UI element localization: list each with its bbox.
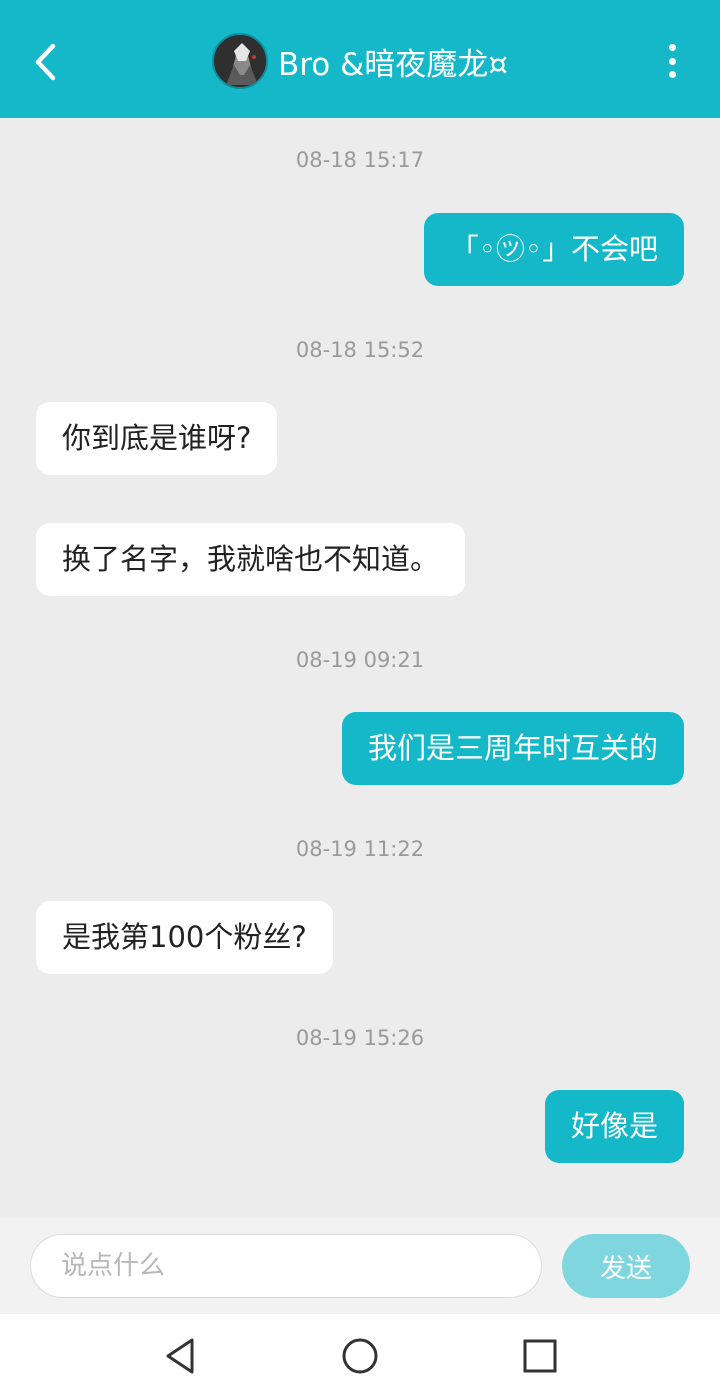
message-timestamp: 08-18 15:17: [295, 148, 425, 172]
message-list[interactable]: 08-18 15:17 「◦㋡◦」不会吧 08-18 15:52 你到底是谁呀?…: [0, 118, 720, 1218]
more-vertical-icon: [668, 71, 676, 78]
message-timestamp: 08-19 15:26: [295, 1026, 425, 1050]
message-timestamp: 08-19 09:21: [295, 648, 425, 672]
conversation-header[interactable]: Bro &暗夜魔龙¤: [0, 32, 720, 90]
incoming-message[interactable]: 你到底是谁呀?: [36, 402, 278, 475]
outgoing-message[interactable]: 我们是三周年时互关的: [341, 712, 684, 785]
incoming-message[interactable]: 是我第100个粉丝?: [36, 901, 333, 974]
triangle-back-icon: [166, 1338, 194, 1374]
nav-recents-button[interactable]: [518, 1334, 562, 1378]
message-input[interactable]: [30, 1234, 542, 1298]
more-options-button[interactable]: [660, 44, 684, 78]
more-vertical-icon: [668, 57, 676, 65]
more-vertical-icon: [668, 44, 676, 51]
outgoing-message[interactable]: 好像是: [544, 1090, 684, 1163]
compose-bar: 发送: [0, 1218, 720, 1314]
incoming-message[interactable]: 换了名字，我就啥也不知道。: [36, 523, 466, 596]
send-button[interactable]: 发送: [562, 1234, 690, 1298]
nav-back-button[interactable]: [158, 1334, 202, 1378]
top-app-bar: Bro &暗夜魔龙¤: [0, 0, 720, 118]
system-navigation-bar: [0, 1314, 720, 1398]
nav-home-button[interactable]: [338, 1334, 382, 1378]
message-timestamp: 08-18 15:52: [295, 338, 425, 362]
avatar-image: [213, 35, 266, 87]
avatar[interactable]: [211, 33, 268, 89]
chat-screen: Bro &暗夜魔龙¤ 08-18 15:17 「◦㋡◦」不会吧 08-18 15…: [0, 0, 720, 1398]
conversation-title: Bro &暗夜魔龙¤: [277, 46, 509, 83]
message-timestamp: 08-19 11:22: [295, 837, 425, 861]
circle-home-icon: [342, 1338, 378, 1374]
outgoing-message[interactable]: 「◦㋡◦」不会吧: [423, 213, 684, 286]
square-recents-icon: [523, 1339, 557, 1373]
